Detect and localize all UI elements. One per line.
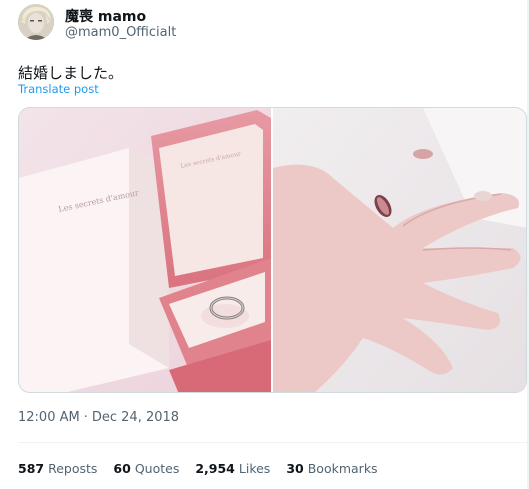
hand-ring-photo[interactable]: [273, 108, 526, 392]
timestamp-separator: ·: [83, 410, 88, 425]
bookmarks-count: 30: [286, 461, 304, 476]
author-display-name[interactable]: 魔喪 mamo: [65, 6, 146, 26]
stats-divider: [18, 442, 527, 443]
ring-box-photo[interactable]: Les secrets d'amour Les secrets d'amour: [19, 108, 271, 392]
tweet-time: 12:00 AM: [18, 410, 80, 425]
tweet-date: Dec 24, 2018: [91, 410, 180, 425]
quotes-count: 60: [113, 461, 131, 476]
reposts-count: 587: [18, 461, 45, 476]
bookmarks-label: Bookmarks: [307, 461, 378, 476]
author-handle[interactable]: @mam0_Officialt: [65, 25, 176, 40]
tweet-text: 結婚しました。: [18, 64, 124, 82]
avatar[interactable]: [18, 4, 54, 40]
quotes-stat[interactable]: 60 Quotes: [113, 461, 179, 476]
tweet: 魔喪 mamo @mam0_Officialt 結婚しました。 Translat…: [0, 0, 529, 489]
likes-label: Likes: [238, 461, 271, 476]
quotes-label: Quotes: [134, 461, 180, 476]
likes-count: 2,954: [195, 461, 235, 476]
translate-post-link[interactable]: Translate post: [18, 82, 99, 96]
reposts-stat[interactable]: 587 Reposts: [18, 461, 97, 476]
tweet-timestamp[interactable]: 12:00 AM · Dec 24, 2018: [18, 410, 179, 425]
likes-stat[interactable]: 2,954 Likes: [195, 461, 270, 476]
reposts-label: Reposts: [48, 461, 98, 476]
engagement-stats: 587 Reposts 60 Quotes 2,954 Likes 30 Bookmar…: [18, 461, 378, 476]
bookmarks-stat[interactable]: 30 Bookmarks: [286, 461, 377, 476]
media-gallery: Les secrets d'amour Les secrets d'amour: [18, 107, 527, 393]
